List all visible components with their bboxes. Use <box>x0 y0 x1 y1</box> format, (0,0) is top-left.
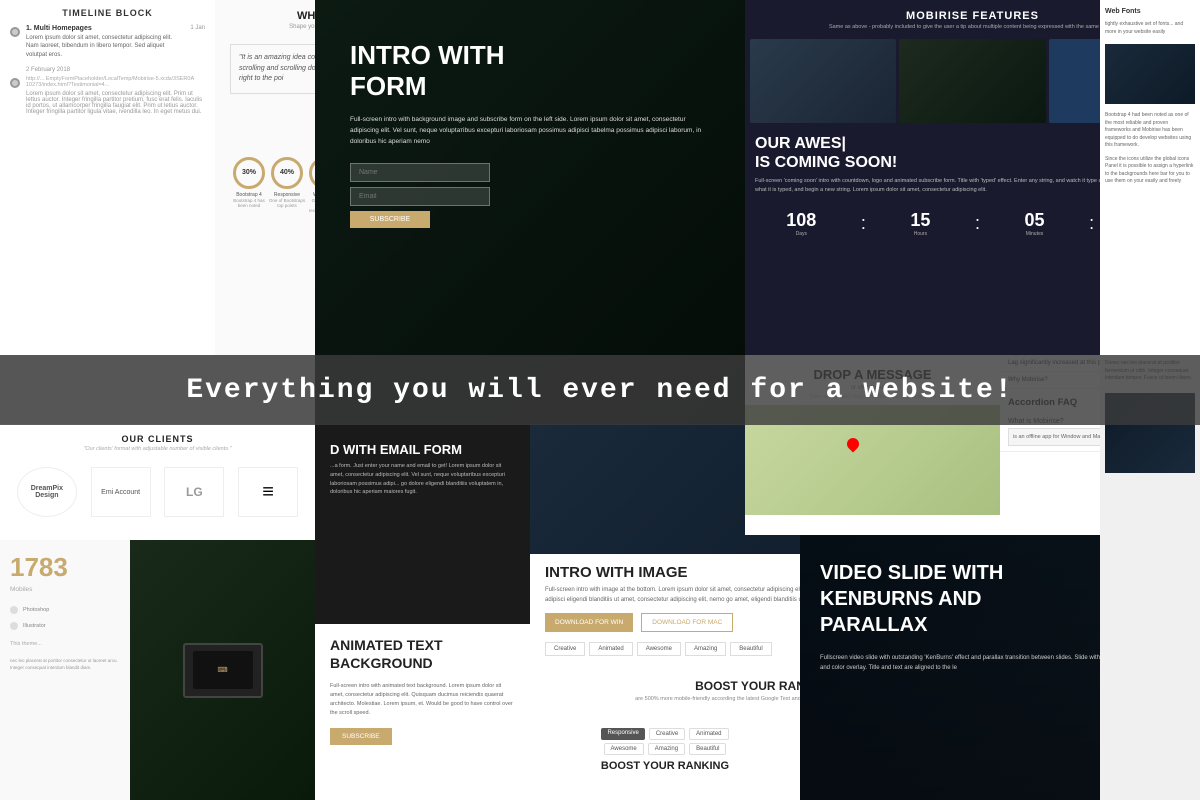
tab-animated[interactable]: Animated <box>589 642 632 656</box>
timeline-body: 1. Multi Homepages Lorem ipsum dolor sit… <box>0 20 215 128</box>
right-col-webfonts: Web Fonts <box>1100 0 1200 18</box>
laptop-overlay: ⌨ <box>130 540 315 800</box>
tile-timeline: TIMELINE BLOCK 1. Multi Homepages Lorem … <box>0 0 215 355</box>
banner-text: Everything you will ever need for a webs… <box>186 375 1013 406</box>
animated-desc: This theme... <box>0 633 130 655</box>
animated-text-body: Full-screen intro with animated text bac… <box>315 677 530 722</box>
fantas-circle-2: 40% Responsive One of Bootstraps top poi… <box>268 157 306 213</box>
laptop-display: ⌨ <box>193 651 253 689</box>
mobirise-hours-label: Hours <box>910 231 930 237</box>
mobirise-img-1 <box>750 39 896 123</box>
tab-amazing[interactable]: Amazing <box>685 642 726 656</box>
timeline-item-2: http://... EmptyFormPlaceholder/LocalTem… <box>10 76 205 115</box>
fantas-circle-ring-1: 30% <box>233 157 265 189</box>
boost2-tab-responsive[interactable]: Responsive <box>601 728 644 740</box>
timeline-header: TIMELINE BLOCK <box>0 0 215 20</box>
mobirise-minutes-label: Minutes <box>1025 231 1045 237</box>
intro-form-title: INTRO WITHFORM <box>350 40 710 102</box>
banner-overlay: Everything you will ever need for a webs… <box>0 355 1200 425</box>
form-name-input[interactable] <box>350 163 490 182</box>
tile-animated-left: 1783 Mobiles Photoshop Illustrator This … <box>0 540 130 800</box>
animated-illustrator: Illustrator <box>0 619 130 633</box>
boost2-tabs: Responsive Creative Animated <box>530 720 800 743</box>
animated-illustrator-label: Illustrator <box>23 623 46 629</box>
boost2-tab-beautiful[interactable]: Beautiful <box>689 743 726 755</box>
timeline-date: 2 February 2018 <box>26 67 205 73</box>
timeline-item2-text: Lorem ipsum dolor sit amet, consectetur … <box>26 91 205 115</box>
mobirise-days-label: Days <box>786 231 816 237</box>
timeline-item1-label: 1 Jan <box>190 25 205 31</box>
email-form-text: ...a form. Just enter your name and emai… <box>315 462 530 505</box>
right-col-ocean <box>1105 44 1195 104</box>
timeline-item1-text: Lorem ipsum dolor sit amet, consectetur … <box>26 34 186 59</box>
right-col-text3: Since the icons utilize the global icons… <box>1100 153 1200 189</box>
clients-sub: "Our clients' format with adjustable num… <box>0 446 315 457</box>
laptop-screen: ⌨ <box>183 643 263 698</box>
animated-subscribe-btn[interactable]: SUBSCRIBE <box>330 728 392 745</box>
intro-image-win-btn[interactable]: DOWNLOAD FOR WIN <box>545 613 633 632</box>
timeline-item1-title: 1. Multi Homepages <box>26 25 186 32</box>
clients-logos: DreamPix Design Emi Account LG ≡ <box>0 457 315 527</box>
tab-creative[interactable]: Creative <box>545 642 585 656</box>
boost2-tab-creative[interactable]: Creative <box>649 728 685 740</box>
right-col-text1: tightly exhaustive set of fonts... and m… <box>1100 18 1200 39</box>
tab-beautiful[interactable]: Beautiful <box>730 642 771 656</box>
tab-awesome[interactable]: Awesome <box>637 642 681 656</box>
mobirise-sep-3: : <box>1087 213 1096 234</box>
right-col-text2: Bootstrap 4 had been noted as one of the… <box>1100 109 1200 153</box>
mobirise-sep-1: : <box>859 213 868 234</box>
mobirise-minutes-num: 05 <box>1025 210 1045 231</box>
boost2-title: BOOST YOUR RANKING <box>530 755 800 774</box>
boost2-tab-animated[interactable]: Animated <box>689 728 728 740</box>
timeline-dot-2 <box>10 78 20 88</box>
timeline-url: http://... EmptyFormPlaceholder/LocalTem… <box>26 76 205 88</box>
intro-form-inputs: SUBSCRIBE <box>315 163 745 228</box>
animated-skill-dot <box>10 606 18 614</box>
animated-skills: Photoshop <box>0 601 130 619</box>
animated-text-title: ANIMATED TEXT BACKGROUND <box>315 624 530 677</box>
form-subscribe-btn[interactable]: SUBSCRIBE <box>350 211 430 228</box>
mobirise-sep-2: : <box>973 213 982 234</box>
form-email-input[interactable] <box>350 187 490 206</box>
animated-number: 1783 <box>0 540 130 586</box>
mobirise-days-num: 108 <box>786 210 816 231</box>
tile-right-col-top: Web Fonts tightly exhaustive set of font… <box>1100 0 1200 355</box>
laptop-icon: ⌨ <box>217 666 227 674</box>
animated-number-label: Mobiles <box>0 586 130 601</box>
tile-laptop: ⌨ <box>130 540 315 800</box>
tile-email-form: D WITH EMAIL FORM ...a form. Just enter … <box>315 424 530 624</box>
timeline-dot-1 <box>10 27 20 37</box>
mobirise-countdown-minutes: 05 Minutes <box>1025 210 1045 237</box>
fantas-circle-desc-2: One of Bootstraps top points <box>268 198 306 208</box>
mobirise-hours-num: 15 <box>910 210 930 231</box>
clients-header: OUR CLIENTS <box>0 424 315 446</box>
boost2-tab-amazing[interactable]: Amazing <box>648 743 685 755</box>
client-logo-1: DreamPix Design <box>17 467 77 517</box>
animated-illustrator-dot <box>10 622 18 630</box>
collage-container: TIMELINE BLOCK 1. Multi Homepages Lorem … <box>0 0 1200 800</box>
fantas-circle-ring-2: 40% <box>271 157 303 189</box>
intro-image-mac-btn[interactable]: DOWNLOAD FOR MAC <box>641 613 733 632</box>
tile-animated-text: ANIMATED TEXT BACKGROUND Full-screen int… <box>315 624 530 800</box>
boost2-tab-awesome[interactable]: Awesome <box>604 743 644 755</box>
mobirise-img-2 <box>899 39 1045 123</box>
fantas-circle-1: 30% Bootstrap 4 Bootstrap 4 has been not… <box>230 157 268 213</box>
fantas-circle-desc-1: Bootstrap 4 has been noted <box>230 198 268 208</box>
animated-photoshop: Photoshop <box>23 607 49 613</box>
mobirise-countdown-days: 108 Days <box>786 210 816 237</box>
client-logo-3: LG <box>164 467 224 517</box>
email-form-title: D WITH EMAIL FORM <box>315 424 530 462</box>
timeline-item-1: 1. Multi Homepages Lorem ipsum dolor sit… <box>10 25 205 59</box>
tile-boost-ranking-2: Responsive Creative Animated Awesome Ama… <box>530 720 800 800</box>
map-pin <box>845 436 862 453</box>
intro-form-content: INTRO WITHFORM Full-screen intro with ba… <box>315 0 745 163</box>
mobirise-countdown-hours: 15 Hours <box>910 210 930 237</box>
boost2-tabs-row2: Awesome Amazing Beautiful <box>530 743 800 755</box>
animated-more-text: nec leo placerat at portitor consectetur… <box>0 655 130 675</box>
client-logo-2: Emi Account <box>91 467 151 517</box>
client-logo-4: ≡ <box>238 467 298 517</box>
intro-form-text: Full-screen intro with background image … <box>350 114 710 147</box>
